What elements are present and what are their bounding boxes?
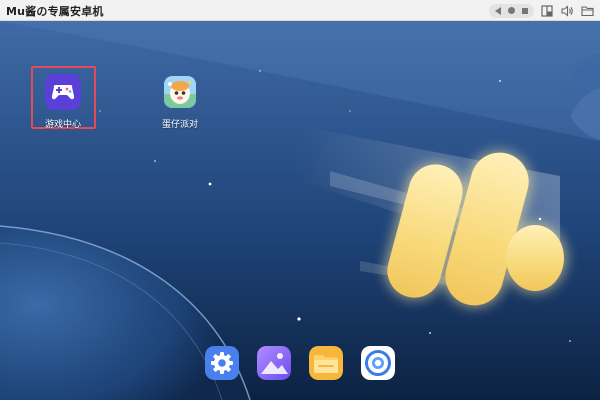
nav-controls bbox=[489, 3, 534, 18]
recent-apps-icon[interactable] bbox=[522, 7, 528, 14]
app-game-center[interactable]: 游戏中心 bbox=[28, 74, 98, 130]
gamepad-icon[interactable] bbox=[45, 74, 81, 110]
back-icon[interactable] bbox=[495, 6, 501, 15]
home-screen[interactable]: 游戏中心 蛋仔派对 bbox=[0, 21, 600, 400]
window-title: Mu酱の专属安卓机 bbox=[6, 5, 104, 18]
folder-icon[interactable] bbox=[580, 4, 594, 18]
split-screen-icon[interactable] bbox=[540, 4, 554, 18]
window-toolbar bbox=[489, 3, 594, 18]
emulator-window: Mu酱の专属安卓机 游戏中心 蛋仔派对 bbox=[0, 0, 600, 400]
app-eggy-party[interactable]: 蛋仔派对 bbox=[145, 76, 215, 130]
browser-icon[interactable] bbox=[361, 346, 395, 380]
home-icon[interactable] bbox=[508, 7, 515, 14]
eggy-party-icon[interactable] bbox=[164, 76, 196, 108]
app-label: 蛋仔派对 bbox=[161, 120, 198, 130]
dock bbox=[205, 346, 395, 386]
file-manager-icon[interactable] bbox=[309, 346, 343, 380]
settings-icon[interactable] bbox=[205, 346, 239, 380]
gallery-icon[interactable] bbox=[257, 346, 291, 380]
app-label: 游戏中心 bbox=[44, 120, 81, 130]
volume-icon[interactable] bbox=[560, 4, 574, 18]
title-bar: Mu酱の专属安卓机 bbox=[0, 0, 600, 21]
